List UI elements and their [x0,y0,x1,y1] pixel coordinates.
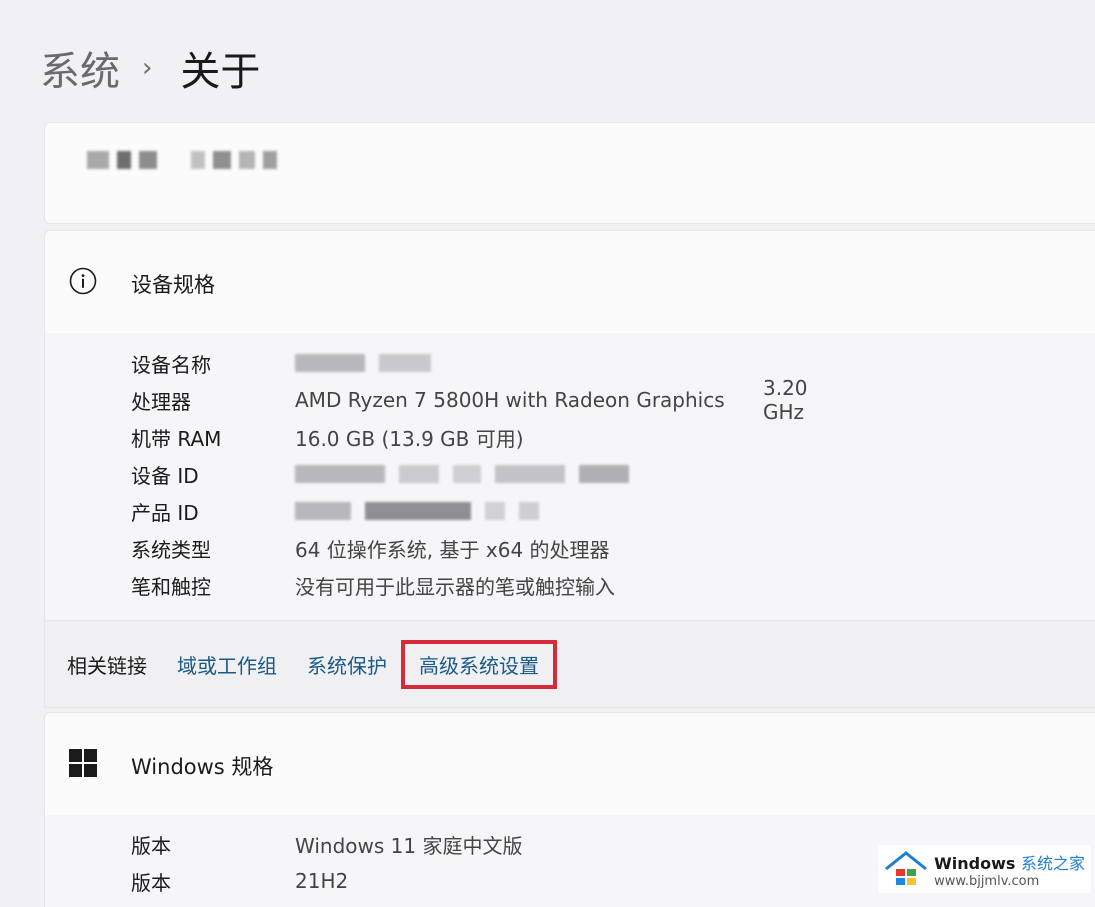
spec-value: 64 位操作系统, 基于 x64 的处理器 [295,537,610,562]
spec-row-product-id: 产品 ID [131,496,539,526]
spec-label: 机带 RAM [131,426,222,451]
link-domain-workgroup[interactable]: 域或工作组 [177,650,277,679]
house-windows-logo-icon [885,851,928,885]
spec-label: 笔和触控 [131,574,211,599]
info-icon [69,267,97,295]
link-advanced-system-settings[interactable]: 高级系统设置 [401,639,557,689]
related-links-bar: 相关链接 域或工作组 系统保护 高级系统设置 [44,620,1095,708]
spec-row-device-name: 设备名称 [131,348,431,378]
spec-label: 设备名称 [131,352,211,377]
spec-value: Windows 11 家庭中文版 [295,833,523,858]
spec-label: 处理器 [131,389,191,414]
spec-label: 设备 ID [131,463,199,488]
spec-row-pen-touch: 笔和触控 没有可用于此显示器的笔或触控输入 [131,570,615,600]
spec-row-processor: 处理器 AMD Ryzen 7 5800H with Radeon Graphi… [131,376,808,424]
breadcrumb-system[interactable]: 系统 [40,39,120,97]
watermark-brand: Windows 系统之家 [934,853,1085,873]
device-specs-title: 设备规格 [131,273,215,297]
spec-value: 16.0 GB (13.9 GB 可用) [295,426,524,451]
spec-row-ram: 机带 RAM 16.0 GB (13.9 GB 可用) [131,422,524,452]
about-page: 系统 › 关于 设备规格 设备名称 处理器 AMD Ryzen 7 5800H … [0,0,1095,907]
device-specs-body: 设备名称 处理器 AMD Ryzen 7 5800H with Radeon G… [44,333,1095,620]
spec-label: 产品 ID [131,500,199,525]
spec-label: 版本 [131,870,171,895]
device-name-card [44,122,1095,224]
spec-value: 没有可用于此显示器的笔或触控输入 [295,574,615,599]
watermark-url: www.bjjmlv.com [934,873,1040,889]
device-specs-header[interactable]: 设备规格 [44,230,1095,334]
windows-specs-title: Windows 规格 [131,755,274,779]
page-title: 关于 [180,49,261,95]
breadcrumb-separator: › [142,53,153,83]
breadcrumb: 系统 › 关于 [40,38,260,98]
spec-value: AMD Ryzen 7 5800H with Radeon Graphics [295,388,725,412]
windows-specs-header[interactable]: Windows 规格 [44,712,1095,816]
spec-label: 版本 [131,833,171,858]
link-system-protection[interactable]: 系统保护 [307,650,387,679]
spec-label: 系统类型 [131,537,211,562]
windows-logo-icon [69,749,97,777]
site-watermark: Windows 系统之家 www.bjjmlv.com [878,845,1091,893]
redacted-value [295,502,539,520]
processor-speed: 3.20 GHz [763,376,808,424]
spec-row-edition: 版本 Windows 11 家庭中文版 [131,829,522,859]
redacted-value [295,354,431,372]
redacted-device-name [87,151,277,169]
spec-row-version: 版本 21H2 [131,866,348,896]
spec-value: 21H2 [295,869,349,893]
spec-row-system-type: 系统类型 64 位操作系统, 基于 x64 的处理器 [131,533,610,563]
redacted-value [295,465,629,483]
related-links-label: 相关链接 [67,653,147,678]
spec-row-device-id: 设备 ID [131,459,629,489]
